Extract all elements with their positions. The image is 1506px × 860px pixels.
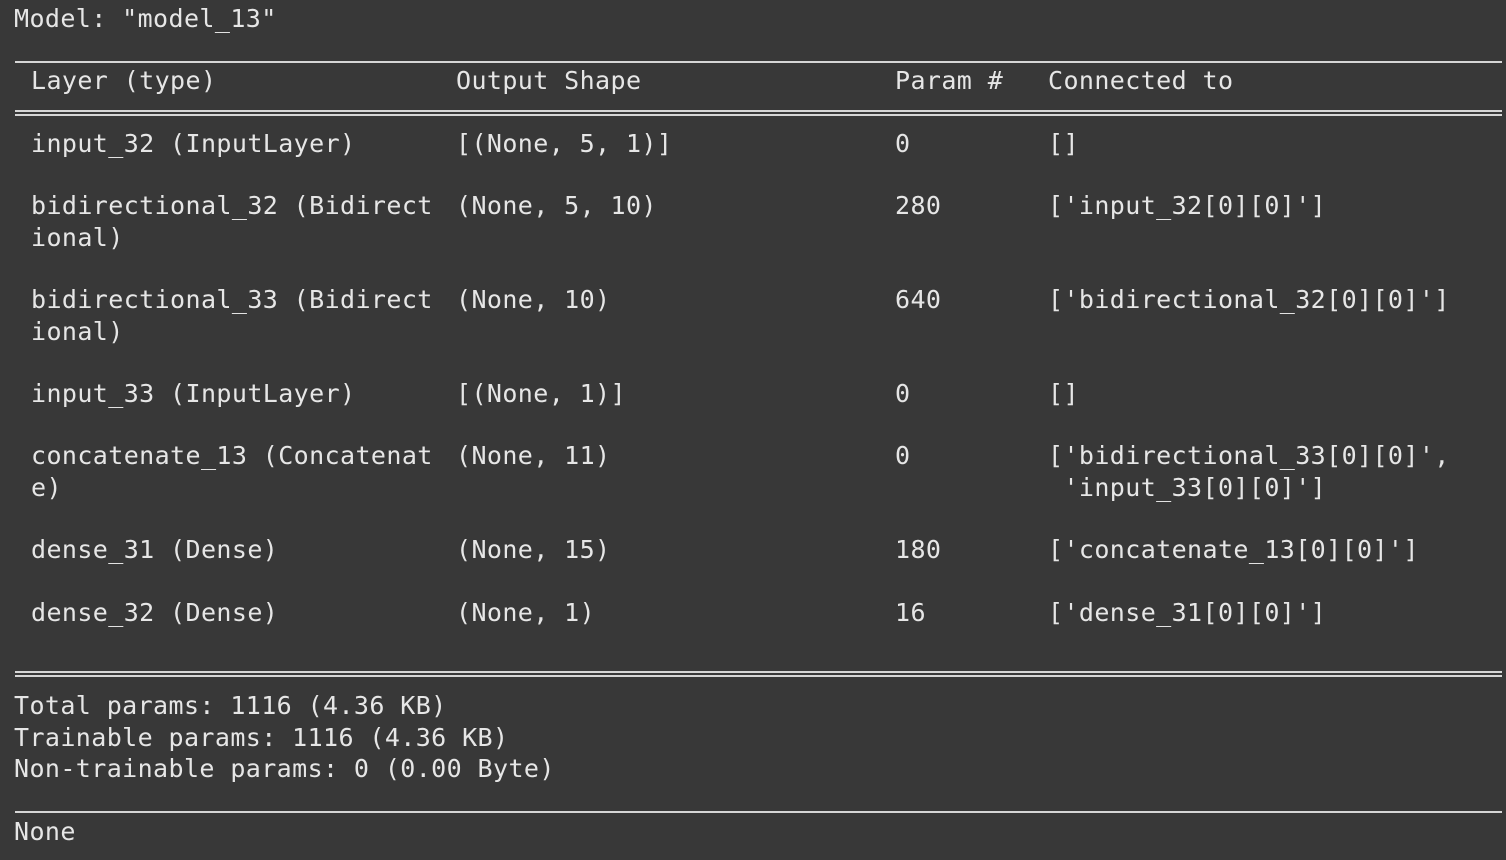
- layer-name: input_33 (InputLayer): [31, 379, 356, 408]
- header-param-count: Param #: [895, 66, 1004, 95]
- output-shape: (None, 15): [456, 535, 611, 564]
- total-params: Total params: 1116 (4.36 KB): [14, 691, 447, 720]
- non-trainable-params: Non-trainable params: 0 (0.00 Byte): [14, 754, 555, 783]
- terminal-output: { "model_line": "Model: \"model_13\"", "…: [0, 0, 1506, 860]
- layer-name: dense_32 (Dense): [31, 598, 279, 627]
- output-shape: [(None, 1)]: [456, 379, 626, 408]
- param-count: 0: [895, 441, 911, 470]
- layer-name: bidirectional_33 (Bidirect ional): [31, 285, 433, 346]
- layer-name: dense_31 (Dense): [31, 535, 279, 564]
- return-value: None: [14, 817, 76, 846]
- param-count: 0: [895, 379, 911, 408]
- footer-double-rule: [15, 671, 1502, 677]
- param-count: 0: [895, 129, 911, 158]
- bottom-rule: [15, 811, 1502, 813]
- layer-name: bidirectional_32 (Bidirect ional): [31, 191, 433, 252]
- connected-to: []: [1048, 379, 1079, 408]
- output-shape: (None, 1): [456, 598, 596, 627]
- model-name-line: Model: "model_13": [14, 4, 277, 33]
- param-count: 180: [895, 535, 942, 564]
- connected-to: ['input_32[0][0]']: [1048, 191, 1327, 220]
- layer-name: input_32 (InputLayer): [31, 129, 356, 158]
- header-double-rule: [15, 110, 1502, 116]
- trainable-params: Trainable params: 1116 (4.36 KB): [14, 723, 509, 752]
- layer-name: concatenate_13 (Concatenat e): [31, 441, 433, 502]
- connected-to: ['bidirectional_32[0][0]']: [1048, 285, 1450, 314]
- connected-to: ['concatenate_13[0][0]']: [1048, 535, 1419, 564]
- param-count: 280: [895, 191, 942, 220]
- param-count: 16: [895, 598, 926, 627]
- connected-to: []: [1048, 129, 1079, 158]
- header-output-shape: Output Shape: [456, 66, 642, 95]
- output-shape: (None, 11): [456, 441, 611, 470]
- header-layer-type: Layer (type): [31, 66, 217, 95]
- header-connected-to: Connected to: [1048, 66, 1234, 95]
- output-shape: (None, 5, 10): [456, 191, 657, 220]
- param-count: 640: [895, 285, 942, 314]
- top-rule: [15, 61, 1502, 63]
- connected-to: ['dense_31[0][0]']: [1048, 598, 1327, 627]
- output-shape: [(None, 5, 1)]: [456, 129, 673, 158]
- output-shape: (None, 10): [456, 285, 611, 314]
- connected-to: ['bidirectional_33[0][0]', 'input_33[0][…: [1048, 441, 1450, 502]
